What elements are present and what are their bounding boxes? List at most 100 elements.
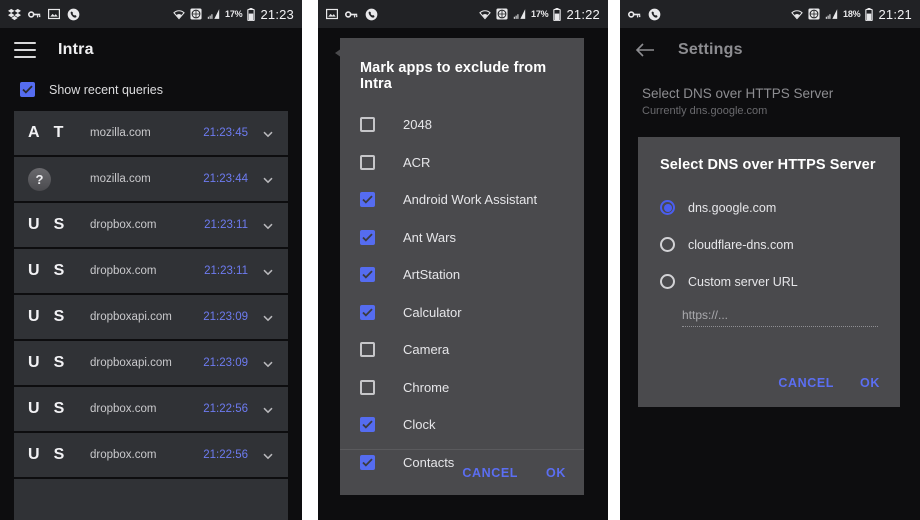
app-checkbox[interactable] [360,154,375,170]
row-glyphs: ? [28,167,86,191]
chevron-down-icon[interactable] [262,265,274,277]
table-row[interactable]: U S dropbox.com 21:23:11 [14,203,288,247]
app-name: Camera [403,342,450,358]
app-name: Calculator [403,304,462,320]
row-host: dropboxapi.com [90,311,172,323]
show-recent-queries-row[interactable]: Show recent queries [0,72,302,111]
row-glyph-2: T [53,124,64,141]
status-bar-clock: 21:21 [878,6,912,22]
chevron-down-icon[interactable] [262,449,274,461]
ok-button[interactable]: OK [860,376,880,390]
battery-icon [553,7,562,21]
app-name: Ant Wars [403,229,456,245]
row-host: dropboxapi.com [90,357,172,369]
table-row[interactable]: A T mozilla.com 21:23:45 [14,111,288,155]
radio-button[interactable] [660,237,675,252]
app-checkbox[interactable] [360,304,375,320]
row-host: mozilla.com [90,173,151,185]
option-label: cloudflare-dns.com [688,237,794,252]
list-item[interactable]: ACR [360,144,564,182]
battery-percent: 18% [843,9,861,19]
list-item[interactable]: ArtStation [360,256,564,294]
show-recent-queries-checkbox[interactable] [20,82,35,97]
row-time: 21:22:56 [203,403,248,415]
back-arrow-icon[interactable] [634,39,656,61]
ok-button[interactable]: OK [546,466,566,480]
radio-button[interactable] [660,274,675,289]
status-bar-clock: 21:22 [566,6,600,22]
app-checkbox[interactable] [360,267,375,283]
chevron-down-icon[interactable] [262,219,274,231]
row-glyph-2: S [53,354,65,371]
app-checkbox[interactable] [360,192,375,208]
list-item[interactable]: cloudflare-dns.com [660,226,878,263]
phone-icon [67,8,80,21]
chevron-down-icon[interactable] [262,357,274,369]
app-checkbox[interactable] [360,229,375,245]
row-time: 21:23:11 [204,265,248,277]
list-item[interactable]: Clock [360,406,564,444]
hamburger-icon[interactable] [14,42,36,58]
list-item[interactable]: Camera [360,331,564,369]
row-glyph-1: U [28,308,40,325]
dns-option-list[interactable]: dns.google.com cloudflare-dns.com Custom… [638,189,900,300]
table-row[interactable]: U S dropboxapi.com 21:23:09 [14,295,288,339]
list-item[interactable]: Android Work Assistant [360,181,564,219]
query-list[interactable]: A T mozilla.com 21:23:45 ? mozilla.com 2… [0,111,302,520]
dialog-actions: CANCEL OK [340,449,584,495]
table-row[interactable]: U S dropboxapi.com 21:23:09 [14,341,288,385]
chevron-down-icon[interactable] [262,127,274,139]
row-glyphs: U S [28,401,86,417]
status-bar: 18% 21:21 [620,0,920,28]
table-row[interactable]: U S dropbox.com 21:22:56 [14,387,288,431]
app-checkbox[interactable] [360,117,375,133]
chevron-down-icon[interactable] [262,173,274,185]
table-row[interactable]: U S dropbox.com 21:23:11 [14,249,288,293]
signal-icon [513,8,526,20]
list-item[interactable]: 2048 [360,106,564,144]
list-item[interactable]: Calculator [360,294,564,332]
table-row[interactable]: ? mozilla.com 21:23:44 [14,157,288,201]
app-name: Chrome [403,379,450,395]
row-glyph-2: S [53,262,65,279]
row-glyphs: U S [28,217,86,233]
battery-percent: 17% [225,9,243,19]
vpn-icon [496,8,508,20]
panel-intra-home: 17% 21:23 Intra Show recent queries A T … [0,0,302,520]
app-checkbox[interactable] [360,417,375,433]
list-item[interactable]: Custom server URL [660,263,878,300]
app-name: Clock [403,417,436,433]
status-bar-left-icons [628,8,661,21]
wifi-icon [173,8,185,20]
dialog-title: Select DNS over HTTPS Server [660,157,876,173]
list-item[interactable]: dns.google.com [660,189,878,226]
dns-setting-title[interactable]: Select DNS over HTTPS Server [642,86,898,101]
list-item[interactable]: Ant Wars [360,219,564,257]
row-time: 21:22:56 [203,449,248,461]
row-glyph-2: S [53,400,65,417]
app-checkbox[interactable] [360,342,375,358]
table-row-partial[interactable] [14,479,288,520]
app-checkbox-list[interactable]: 2048 ACR Android Work Assistant Ant Wars… [340,106,584,481]
custom-url-field[interactable]: https://... [682,308,878,327]
row-glyphs: U S [28,447,86,463]
dialog-actions: CANCEL OK [638,359,900,407]
status-bar-left-icons [326,8,378,21]
image-icon [48,8,60,20]
list-item[interactable]: Chrome [360,369,564,407]
settings-title: Settings [678,41,743,58]
status-bar-right-icons: 17% 21:22 [479,7,600,22]
app-checkbox[interactable] [360,379,375,395]
table-row[interactable]: U S dropbox.com 21:22:56 [14,433,288,477]
dns-setting-subtitle: Currently dns.google.com [642,105,768,117]
key-icon [345,8,358,21]
dialog-title: Mark apps to exclude from Intra [360,60,547,92]
row-glyph-1: U [28,262,40,279]
row-host: dropbox.com [90,265,157,277]
radio-button-selected[interactable] [660,200,675,215]
cancel-button[interactable]: CANCEL [778,376,834,390]
chevron-down-icon[interactable] [262,403,274,415]
cancel-button[interactable]: CANCEL [462,466,518,480]
row-glyph-2: S [53,308,65,325]
chevron-down-icon[interactable] [262,311,274,323]
